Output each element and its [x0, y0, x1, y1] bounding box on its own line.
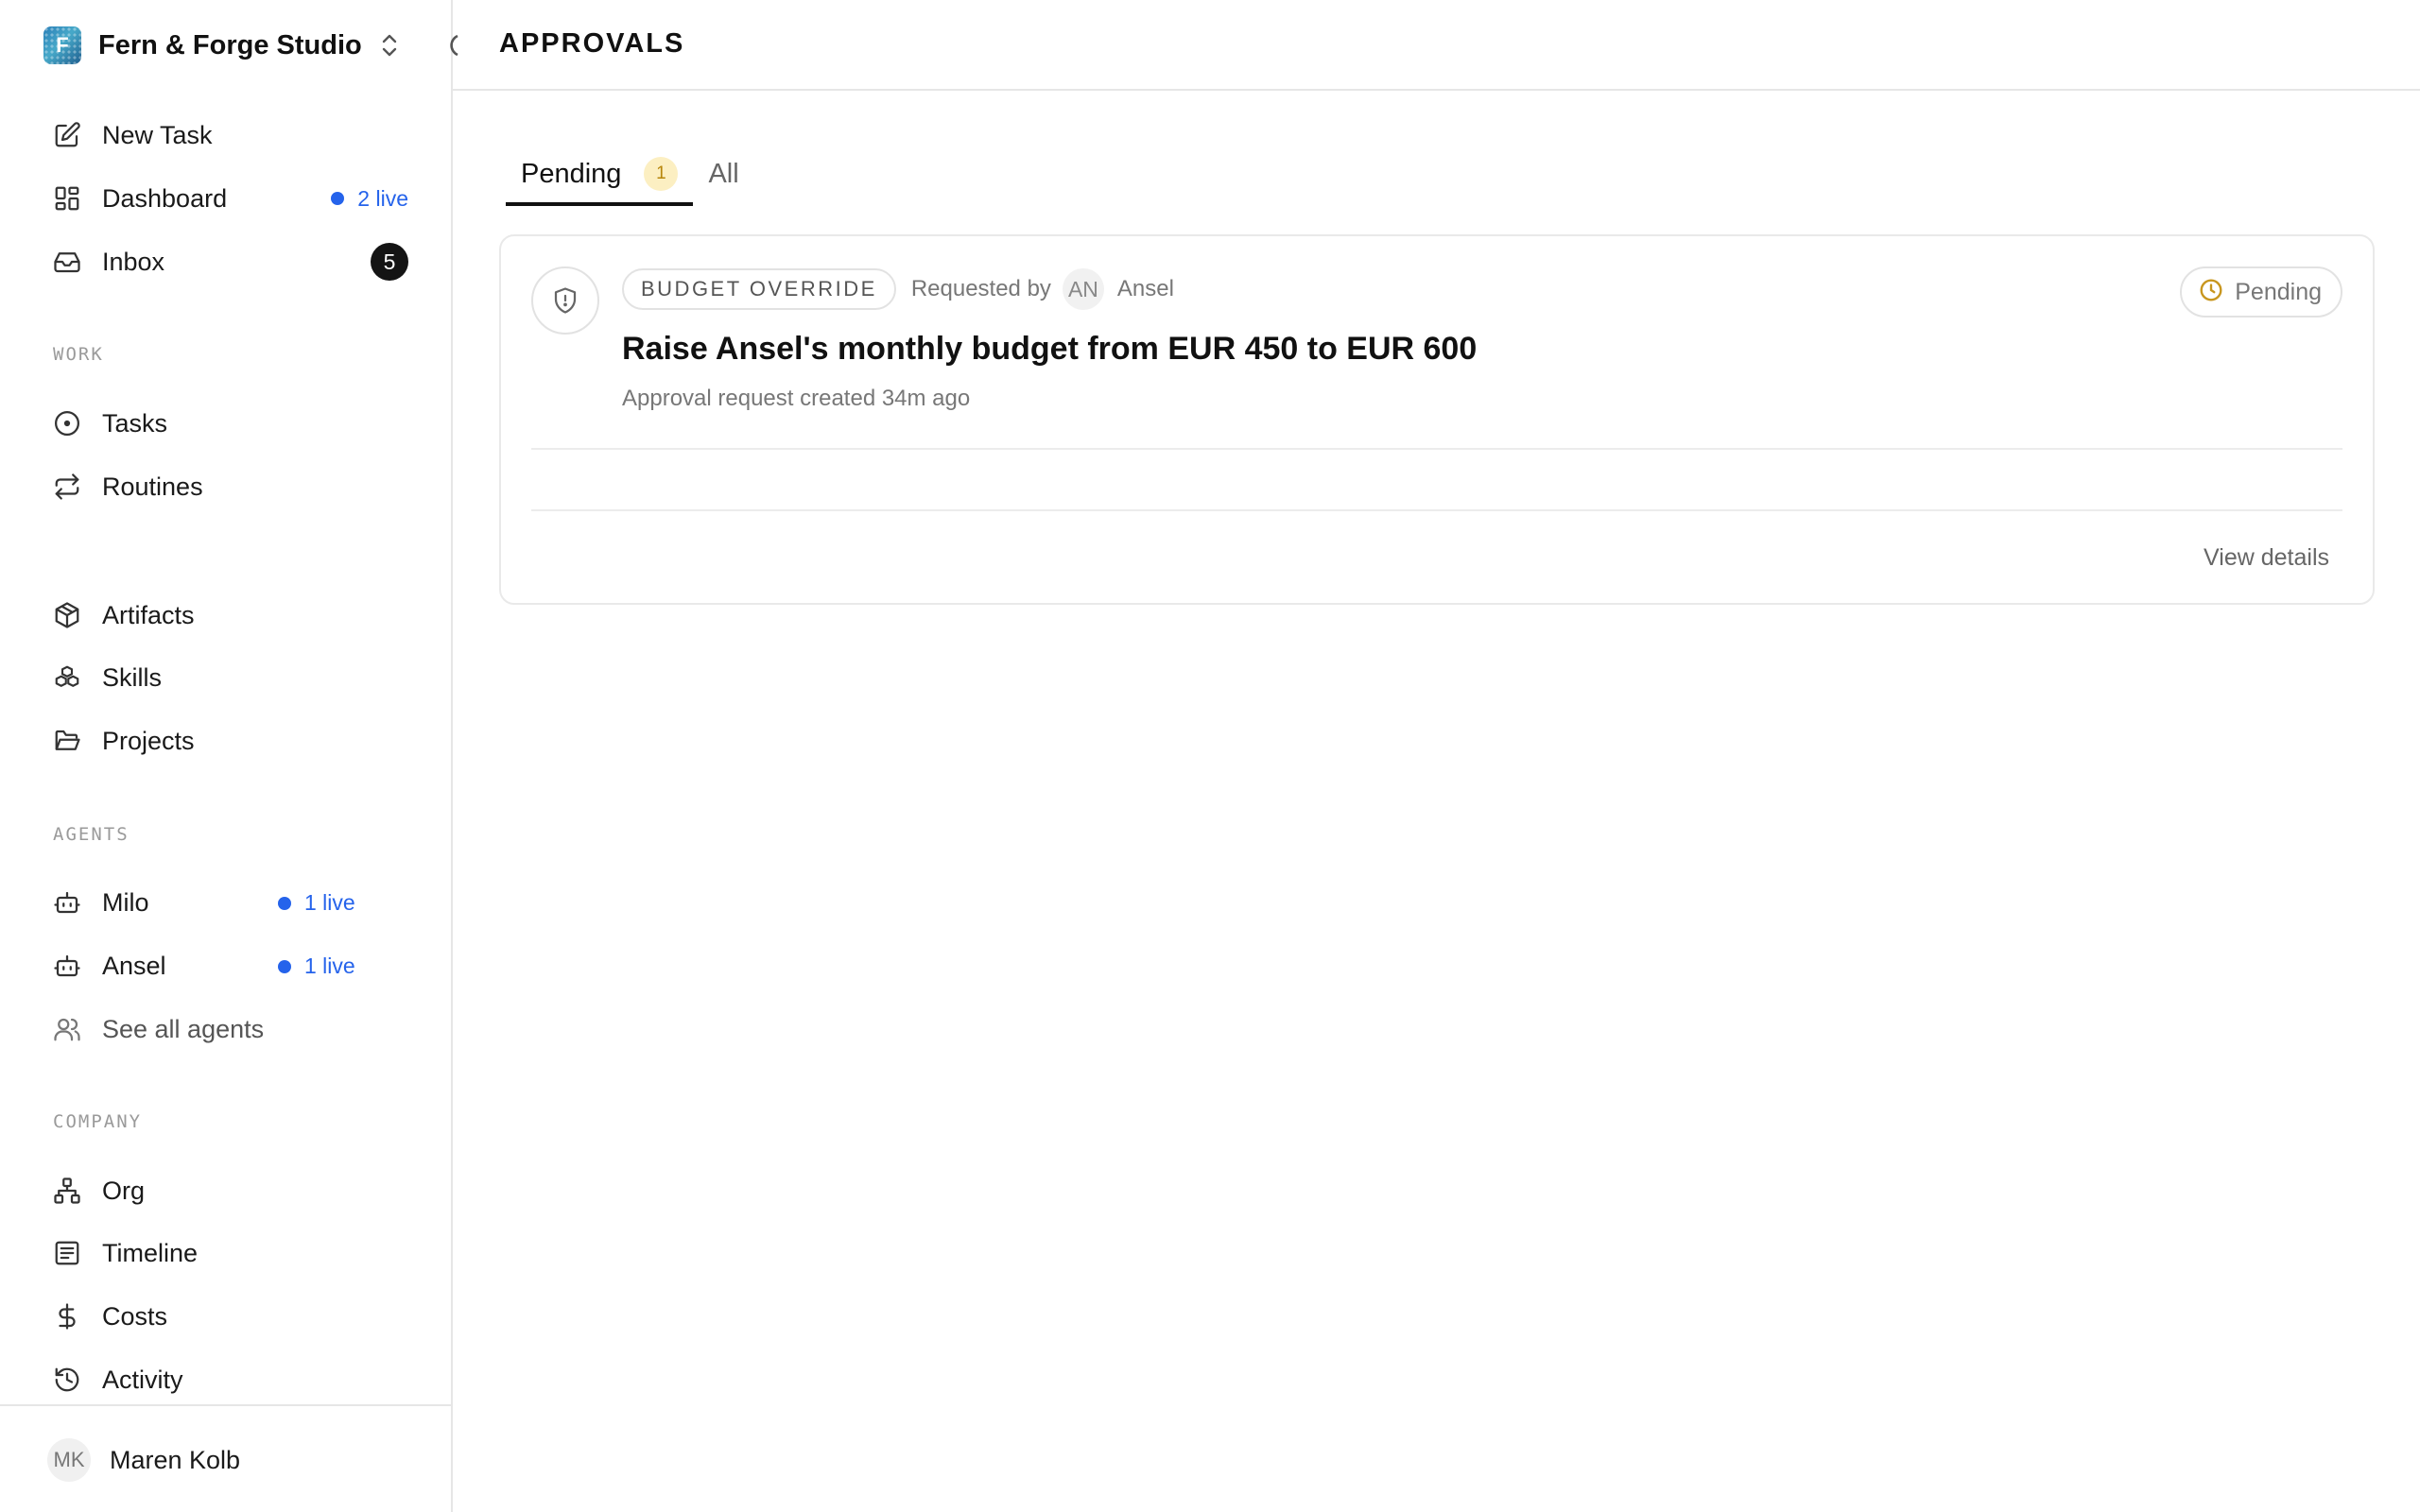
status-badge: Pending — [2180, 266, 2342, 318]
nav-activity[interactable]: Activity — [51, 1356, 408, 1403]
nav-label: Costs — [102, 1301, 168, 1331]
live-dot — [331, 192, 345, 205]
bot-icon — [51, 886, 83, 919]
nav-org[interactable]: Org — [51, 1167, 408, 1214]
nav-artifacts[interactable]: Artifacts — [51, 592, 408, 639]
nav-timeline[interactable]: Timeline — [51, 1229, 408, 1277]
company-logo: F — [43, 26, 81, 64]
company-name: Fern & Forge Studio — [98, 29, 362, 60]
requester-name: Ansel — [1116, 276, 1174, 301]
view-details-link[interactable]: View details — [2204, 544, 2329, 572]
live-count: 1 live — [304, 954, 355, 978]
company-switcher[interactable]: F Fern & Forge Studio — [43, 25, 458, 66]
live-dot — [278, 959, 291, 973]
section-label-company: COMPANY — [53, 1111, 143, 1132]
circle-dot-icon — [51, 407, 83, 439]
nav-routines[interactable]: Routines — [51, 463, 408, 510]
nav-costs[interactable]: Costs — [51, 1293, 408, 1340]
dashboard-icon — [51, 182, 83, 215]
live-count: 2 live — [357, 185, 408, 211]
nav-label: Artifacts — [102, 600, 195, 629]
company-logo-letter: F — [56, 33, 69, 57]
live-count: 1 live — [304, 890, 355, 915]
nav-label: Ansel — [102, 951, 166, 980]
boxes-icon — [51, 662, 83, 694]
nav-label: Activity — [102, 1365, 183, 1394]
nav-label: Skills — [102, 662, 163, 692]
approval-card[interactable]: BUDGET OVERRIDE Requested by AN Ansel Pe… — [499, 234, 2375, 605]
avatar: MK — [47, 1438, 91, 1482]
edit-icon — [51, 119, 83, 151]
nav-projects[interactable]: Projects — [51, 717, 408, 765]
clock-icon — [2199, 278, 2223, 307]
nav-label: See all agents — [102, 1014, 265, 1043]
nav-see-all-agents[interactable]: See all agents — [51, 1005, 408, 1053]
tab-label: Pending — [521, 158, 622, 189]
user-menu[interactable]: MK Maren Kolb — [47, 1438, 240, 1482]
nav-skills[interactable]: Skills — [51, 654, 408, 701]
history-icon — [51, 1364, 83, 1396]
nav-label: Tasks — [102, 408, 168, 438]
live-indicator: 2 live — [331, 186, 408, 212]
dollar-icon — [51, 1300, 83, 1332]
chevron-up-down-icon[interactable] — [377, 31, 402, 60]
inbox-icon — [51, 246, 83, 278]
nav-label: Timeline — [102, 1238, 199, 1267]
live-dot — [278, 896, 291, 910]
requested-by-label: Requested by — [910, 276, 1051, 301]
divider — [531, 509, 2342, 511]
approval-type-badge: BUDGET OVERRIDE — [622, 268, 896, 310]
pending-count-badge: 1 — [644, 157, 679, 191]
avatar: AN — [1062, 268, 1104, 310]
section-label-agents: AGENTS — [53, 824, 130, 845]
tab-all[interactable]: All — [693, 142, 753, 206]
nav-label: New Task — [102, 120, 213, 149]
main-content: APPROVALS Pending 1 All BUDGET OVERRIDE … — [453, 0, 2420, 1512]
repeat-icon — [51, 471, 83, 503]
nav-dashboard[interactable]: Dashboard 2 live — [51, 175, 408, 222]
approval-subtitle: Approval request created 34m ago — [622, 386, 971, 411]
document-list-icon — [51, 1237, 83, 1269]
bot-icon — [51, 950, 83, 982]
tab-pending[interactable]: Pending 1 — [506, 142, 694, 206]
live-indicator: 1 live — [278, 954, 355, 979]
approval-title: Raise Ansel's monthly budget from EUR 45… — [622, 331, 1478, 367]
org-chart-icon — [51, 1175, 83, 1207]
nav-label: Projects — [102, 726, 195, 755]
package-icon — [51, 599, 83, 631]
nav-label: Milo — [102, 887, 149, 917]
nav-label: Routines — [102, 472, 203, 501]
divider — [531, 448, 2342, 450]
status-text: Pending — [2235, 278, 2322, 305]
nav-new-task[interactable]: New Task — [51, 112, 408, 159]
page-title: APPROVALS — [499, 28, 685, 59]
users-icon — [51, 1013, 83, 1045]
nav-label: Dashboard — [102, 183, 228, 213]
top-bar: APPROVALS — [453, 0, 2420, 91]
nav-tasks[interactable]: Tasks — [51, 400, 408, 447]
sidebar-footer: MK Maren Kolb — [0, 1404, 451, 1512]
folder-open-icon — [51, 725, 83, 757]
nav-label: Inbox — [102, 247, 165, 276]
inbox-count-badge: 5 — [371, 243, 408, 281]
user-name: Maren Kolb — [110, 1445, 241, 1474]
section-label-work: WORK — [53, 344, 104, 365]
sidebar: F Fern & Forge Studio New Task Dashboard — [0, 0, 458, 1512]
nav-inbox[interactable]: Inbox 5 — [51, 238, 408, 285]
tab-label: All — [708, 158, 739, 189]
nav-label: Org — [102, 1176, 146, 1205]
live-indicator: 1 live — [278, 890, 355, 916]
approval-tabs: Pending 1 All — [506, 142, 754, 206]
approval-meta: BUDGET OVERRIDE Requested by AN Ansel — [622, 268, 1174, 310]
shield-alert-icon — [531, 266, 599, 335]
